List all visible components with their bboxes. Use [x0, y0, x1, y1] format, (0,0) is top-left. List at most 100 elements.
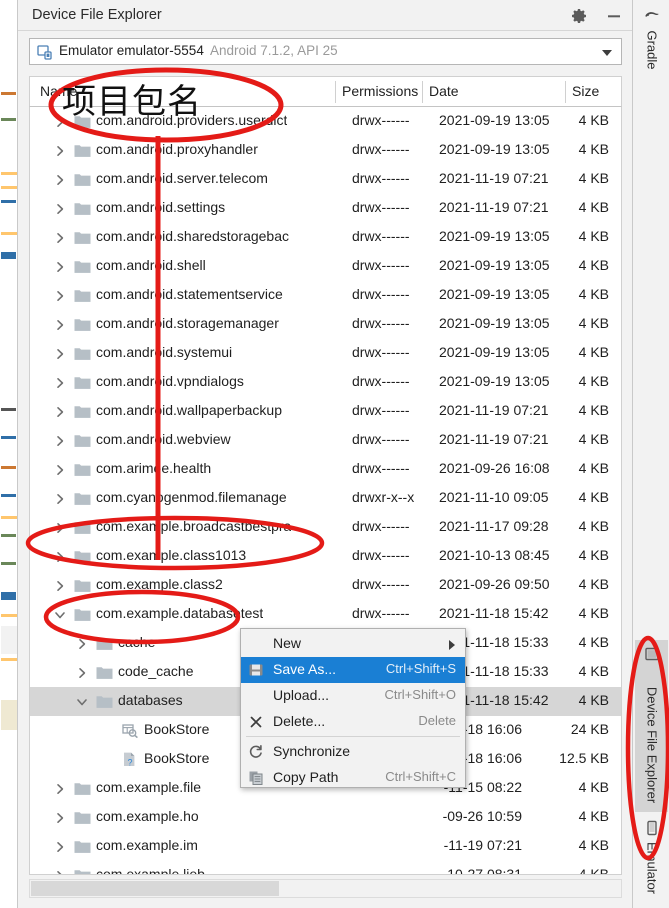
database-file-icon — [122, 723, 138, 739]
menu-item-new[interactable]: New — [241, 631, 465, 657]
minimize-icon[interactable] — [604, 6, 624, 26]
chevron-right-icon[interactable] — [74, 658, 88, 687]
table-row[interactable]: com.android.proxyhandler drwx------ 2021-0… — [30, 136, 621, 165]
horizontal-scrollbar-thumb[interactable] — [31, 881, 279, 896]
table-row[interactable]: com.android.storagemanager drwx------ 2021… — [30, 310, 621, 339]
copy-icon — [248, 770, 264, 786]
file-date-cell: 2021-09-19 13:05 — [439, 112, 550, 128]
file-size-cell: 4 KB — [578, 344, 609, 360]
folder-icon — [74, 375, 91, 390]
tool-button-emulator[interactable]: Emulator — [635, 816, 668, 906]
chevron-right-icon[interactable] — [52, 861, 66, 874]
chevron-right-icon[interactable] — [52, 571, 66, 600]
column-divider[interactable] — [335, 81, 336, 103]
file-name-cell: com.android.vpndialogs — [96, 373, 244, 389]
table-row[interactable]: com.example.lieb -10-27 08:31 4 KB — [30, 861, 621, 875]
table-row[interactable]: com.example.class2 drwx------ 2021-09-26 0… — [30, 571, 621, 600]
table-row[interactable]: com.android.systemui drwx------ 2021-09-19… — [30, 339, 621, 368]
chevron-right-icon[interactable] — [52, 397, 66, 426]
chevron-down-icon[interactable] — [602, 50, 612, 56]
table-row[interactable]: com.arimee.health drwx------ 2021-09-26 16… — [30, 455, 621, 484]
folder-icon — [74, 346, 91, 361]
folder-icon — [74, 288, 91, 303]
file-date-cell: 2021-09-19 13:05 — [439, 141, 550, 157]
menu-item-upload[interactable]: Upload... Ctrl+Shift+O — [241, 683, 465, 709]
chevron-right-icon[interactable] — [52, 252, 66, 281]
file-name-cell: BookStore — [144, 750, 210, 766]
file-size-cell: 4 KB — [578, 460, 609, 476]
tool-button-gradle[interactable]: Gradle — [635, 4, 668, 88]
file-name-cell: com.example.broadcastbestpra — [96, 518, 292, 534]
file-name-cell: com.android.webview — [96, 431, 231, 447]
chevron-right-icon[interactable] — [52, 832, 66, 861]
tool-button-device-file-explorer[interactable]: Device File Explorer — [635, 640, 668, 812]
chevron-right-icon[interactable] — [52, 484, 66, 513]
file-permissions-cell: drwx------ — [352, 286, 410, 302]
chevron-right-icon[interactable] — [52, 281, 66, 310]
chevron-right-icon[interactable] — [52, 339, 66, 368]
column-divider[interactable] — [422, 81, 423, 103]
unknown-file-icon: ? — [122, 752, 138, 768]
table-row[interactable]: com.android.settings drwx------ 2021-11-19… — [30, 194, 621, 223]
table-row[interactable]: com.android.server.telecom drwx------ 2021… — [30, 165, 621, 194]
file-name-cell: com.example.databasetest — [96, 605, 264, 621]
table-row[interactable]: com.example.ho -09-26 10:59 4 KB — [30, 803, 621, 832]
chevron-right-icon[interactable] — [52, 310, 66, 339]
file-date-cell: 2021-11-17 09:28 — [439, 518, 549, 534]
folder-icon — [74, 810, 91, 825]
chevron-right-icon[interactable] — [52, 368, 66, 397]
table-row[interactable]: com.android.statementservice drwx------ 20… — [30, 281, 621, 310]
chevron-down-icon[interactable] — [52, 600, 66, 629]
column-header-date[interactable]: Date — [429, 83, 459, 99]
horizontal-scrollbar[interactable] — [29, 879, 622, 898]
file-name-cell: com.example.class2 — [96, 576, 223, 592]
column-header-size[interactable]: Size — [572, 83, 599, 99]
file-permissions-cell: drwx------ — [352, 518, 410, 534]
gear-icon[interactable] — [569, 6, 589, 26]
chevron-right-icon[interactable] — [52, 455, 66, 484]
table-row[interactable]: com.example.im -11-19 07:21 4 KB — [30, 832, 621, 861]
file-name-cell: com.example.class1013 — [96, 547, 247, 563]
chevron-right-icon[interactable] — [52, 136, 66, 165]
file-name-cell: com.android.server.telecom — [96, 170, 268, 186]
chevron-right-icon[interactable] — [52, 803, 66, 832]
column-divider[interactable] — [565, 81, 566, 103]
file-size-cell: 4 KB — [578, 692, 609, 708]
chevron-right-icon[interactable] — [52, 426, 66, 455]
table-row[interactable]: com.example.class1013 drwx------ 2021-10-1… — [30, 542, 621, 571]
folder-icon — [74, 578, 91, 593]
table-row[interactable]: com.android.sharedstoragebac drwx------ 20… — [30, 223, 621, 252]
menu-item-shortcut: Ctrl+Shift+C — [385, 769, 456, 784]
column-header-permissions[interactable]: Permissions — [342, 83, 418, 99]
chevron-right-icon[interactable] — [52, 165, 66, 194]
device-selector-dropdown[interactable]: Emulator emulator-5554 Android 7.1.2, AP… — [29, 38, 622, 65]
chevron-right-icon[interactable] — [52, 774, 66, 803]
table-row[interactable]: com.android.webview drwx------ 2021-11-19 … — [30, 426, 621, 455]
table-row[interactable]: com.example.databasetest drwx------ 2021-1… — [30, 600, 621, 629]
table-row[interactable]: com.android.vpndialogs drwx------ 2021-09-… — [30, 368, 621, 397]
menu-item-delete[interactable]: Delete... Delete — [241, 709, 465, 735]
menu-item-save-as[interactable]: Save As... Ctrl+Shift+S — [241, 657, 465, 683]
table-row[interactable]: com.android.shell drwx------ 2021-09-19 13… — [30, 252, 621, 281]
right-tool-strip: Gradle Device File Explorer Emulator — [632, 0, 669, 908]
chevron-right-icon[interactable] — [52, 513, 66, 542]
table-row[interactable]: com.android.wallpaperbackup drwx------ 202… — [30, 397, 621, 426]
refresh-icon — [248, 744, 264, 760]
menu-item-copy-path[interactable]: Copy Path Ctrl+Shift+C — [241, 765, 465, 791]
table-row[interactable]: com.cyanogenmod.filemanage drwxr-x--x 2021… — [30, 484, 621, 513]
tool-window-panel: Device File Explorer Emulator emulator-5… — [17, 0, 633, 908]
menu-item-synchronize[interactable]: Synchronize — [241, 739, 465, 765]
file-date-cell: 2021-09-19 13:05 — [439, 228, 550, 244]
file-permissions-cell: drwxr-x--x — [352, 489, 415, 505]
file-permissions-cell: drwx------ — [352, 344, 410, 360]
chevron-right-icon[interactable] — [52, 542, 66, 571]
table-row[interactable]: com.example.broadcastbestpra drwx------ 20… — [30, 513, 621, 542]
chevron-right-icon[interactable] — [52, 223, 66, 252]
chevron-right-icon[interactable] — [52, 194, 66, 223]
device-name-label: Emulator emulator-5554 — [59, 43, 204, 58]
menu-separator — [246, 736, 460, 737]
chevron-down-icon[interactable] — [74, 687, 88, 716]
file-name-cell: com.example.lieb — [96, 866, 205, 875]
chevron-right-icon[interactable] — [74, 629, 88, 658]
file-size-cell: 4 KB — [578, 489, 609, 505]
